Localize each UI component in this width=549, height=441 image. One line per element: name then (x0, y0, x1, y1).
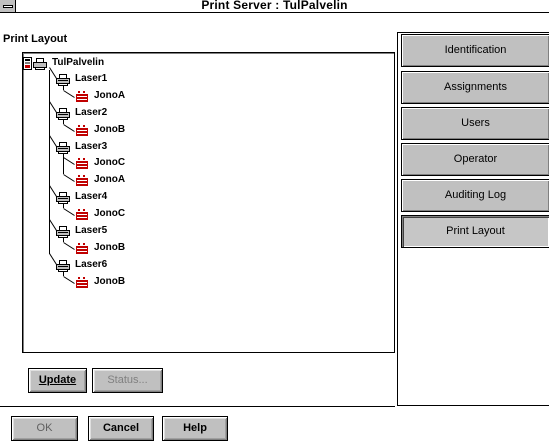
tree-node-printer[interactable]: Laser3 (75, 141, 107, 153)
tree-connector-line (63, 89, 75, 98)
tree-node-printer[interactable]: Laser4 (75, 191, 107, 203)
ok-button-label: OK (36, 422, 53, 434)
tab-users[interactable]: Users (401, 107, 549, 140)
print-queue-icon (76, 209, 88, 221)
tree-connector-line (49, 134, 57, 147)
tree-connector-line (63, 123, 75, 132)
print-queue-icon (76, 124, 88, 136)
tab-assignments[interactable]: Assignments (401, 71, 549, 104)
tree-connector-line (49, 185, 57, 197)
tab-auditing-log[interactable]: Auditing Log (401, 179, 549, 212)
tree-node-queue[interactable]: JonoB (94, 124, 125, 136)
ok-button[interactable]: OK (11, 416, 78, 441)
tree-connector-line (63, 152, 64, 175)
print-layout-tree[interactable]: TulPalvelin Laser1 JonoA Laser2 JonoB Laser3 J… (22, 52, 395, 353)
print-server-icon (23, 57, 47, 70)
print-queue-icon (76, 276, 88, 288)
tab-users-label: Users (461, 117, 490, 129)
tab-identification[interactable]: Identification (401, 34, 549, 67)
cancel-button[interactable]: Cancel (88, 416, 154, 441)
tree-connector-line (63, 241, 75, 250)
cancel-button-label: Cancel (102, 422, 140, 434)
status-button: Status... (92, 368, 163, 393)
tab-operator-label: Operator (453, 153, 498, 165)
print-queue-icon (76, 175, 88, 187)
tree-node-printer[interactable]: Laser6 (75, 259, 107, 271)
window-title: Print Server : TulPalvelin (201, 0, 348, 12)
divider (0, 406, 395, 407)
panel-heading: Print Layout (3, 33, 68, 45)
tree-connector-line (49, 219, 57, 231)
tree-connector-line (49, 100, 57, 113)
tree-connector-line (63, 157, 75, 166)
update-button[interactable]: Update (28, 368, 87, 393)
tab-auditing-log-label: Auditing Log (444, 189, 507, 201)
tree-node-printer[interactable]: Laser5 (75, 225, 107, 237)
tree-node-queue[interactable]: JonoC (94, 157, 125, 169)
tree-connector-line (49, 70, 50, 254)
print-queue-icon (76, 242, 88, 254)
tree-connector-line (63, 208, 75, 217)
tree-node-queue[interactable]: JonoB (94, 242, 125, 254)
tab-print-layout-label: Print Layout (446, 225, 505, 237)
tree-node-queue[interactable]: JonoA (94, 174, 125, 186)
title-bar: Print Server : TulPalvelin (0, 0, 549, 13)
tree-connector-line (63, 174, 75, 183)
tab-operator[interactable]: Operator (401, 143, 549, 176)
tree-node-queue[interactable]: JonoB (94, 276, 125, 288)
tree-connector-line (49, 67, 57, 79)
tree-node-queue[interactable]: JonoA (94, 90, 125, 102)
print-queue-icon (76, 158, 88, 170)
help-button[interactable]: Help (162, 416, 228, 441)
tree-node-printer[interactable]: Laser2 (75, 107, 107, 119)
tab-assignments-label: Assignments (444, 81, 507, 93)
tree-connector-line (49, 253, 57, 265)
tree-connector-line (63, 275, 75, 284)
print-queue-icon (76, 90, 88, 102)
update-button-label: Update (38, 374, 77, 386)
status-button-label: Status... (107, 374, 148, 386)
tab-print-layout[interactable]: Print Layout (401, 215, 549, 248)
tree-node-printer[interactable]: Laser1 (75, 73, 107, 85)
tree-node-root[interactable]: TulPalvelin (52, 57, 104, 69)
tree-node-queue[interactable]: JonoC (94, 208, 125, 220)
tab-identification-label: Identification (444, 44, 507, 56)
help-button-label: Help (183, 422, 207, 434)
